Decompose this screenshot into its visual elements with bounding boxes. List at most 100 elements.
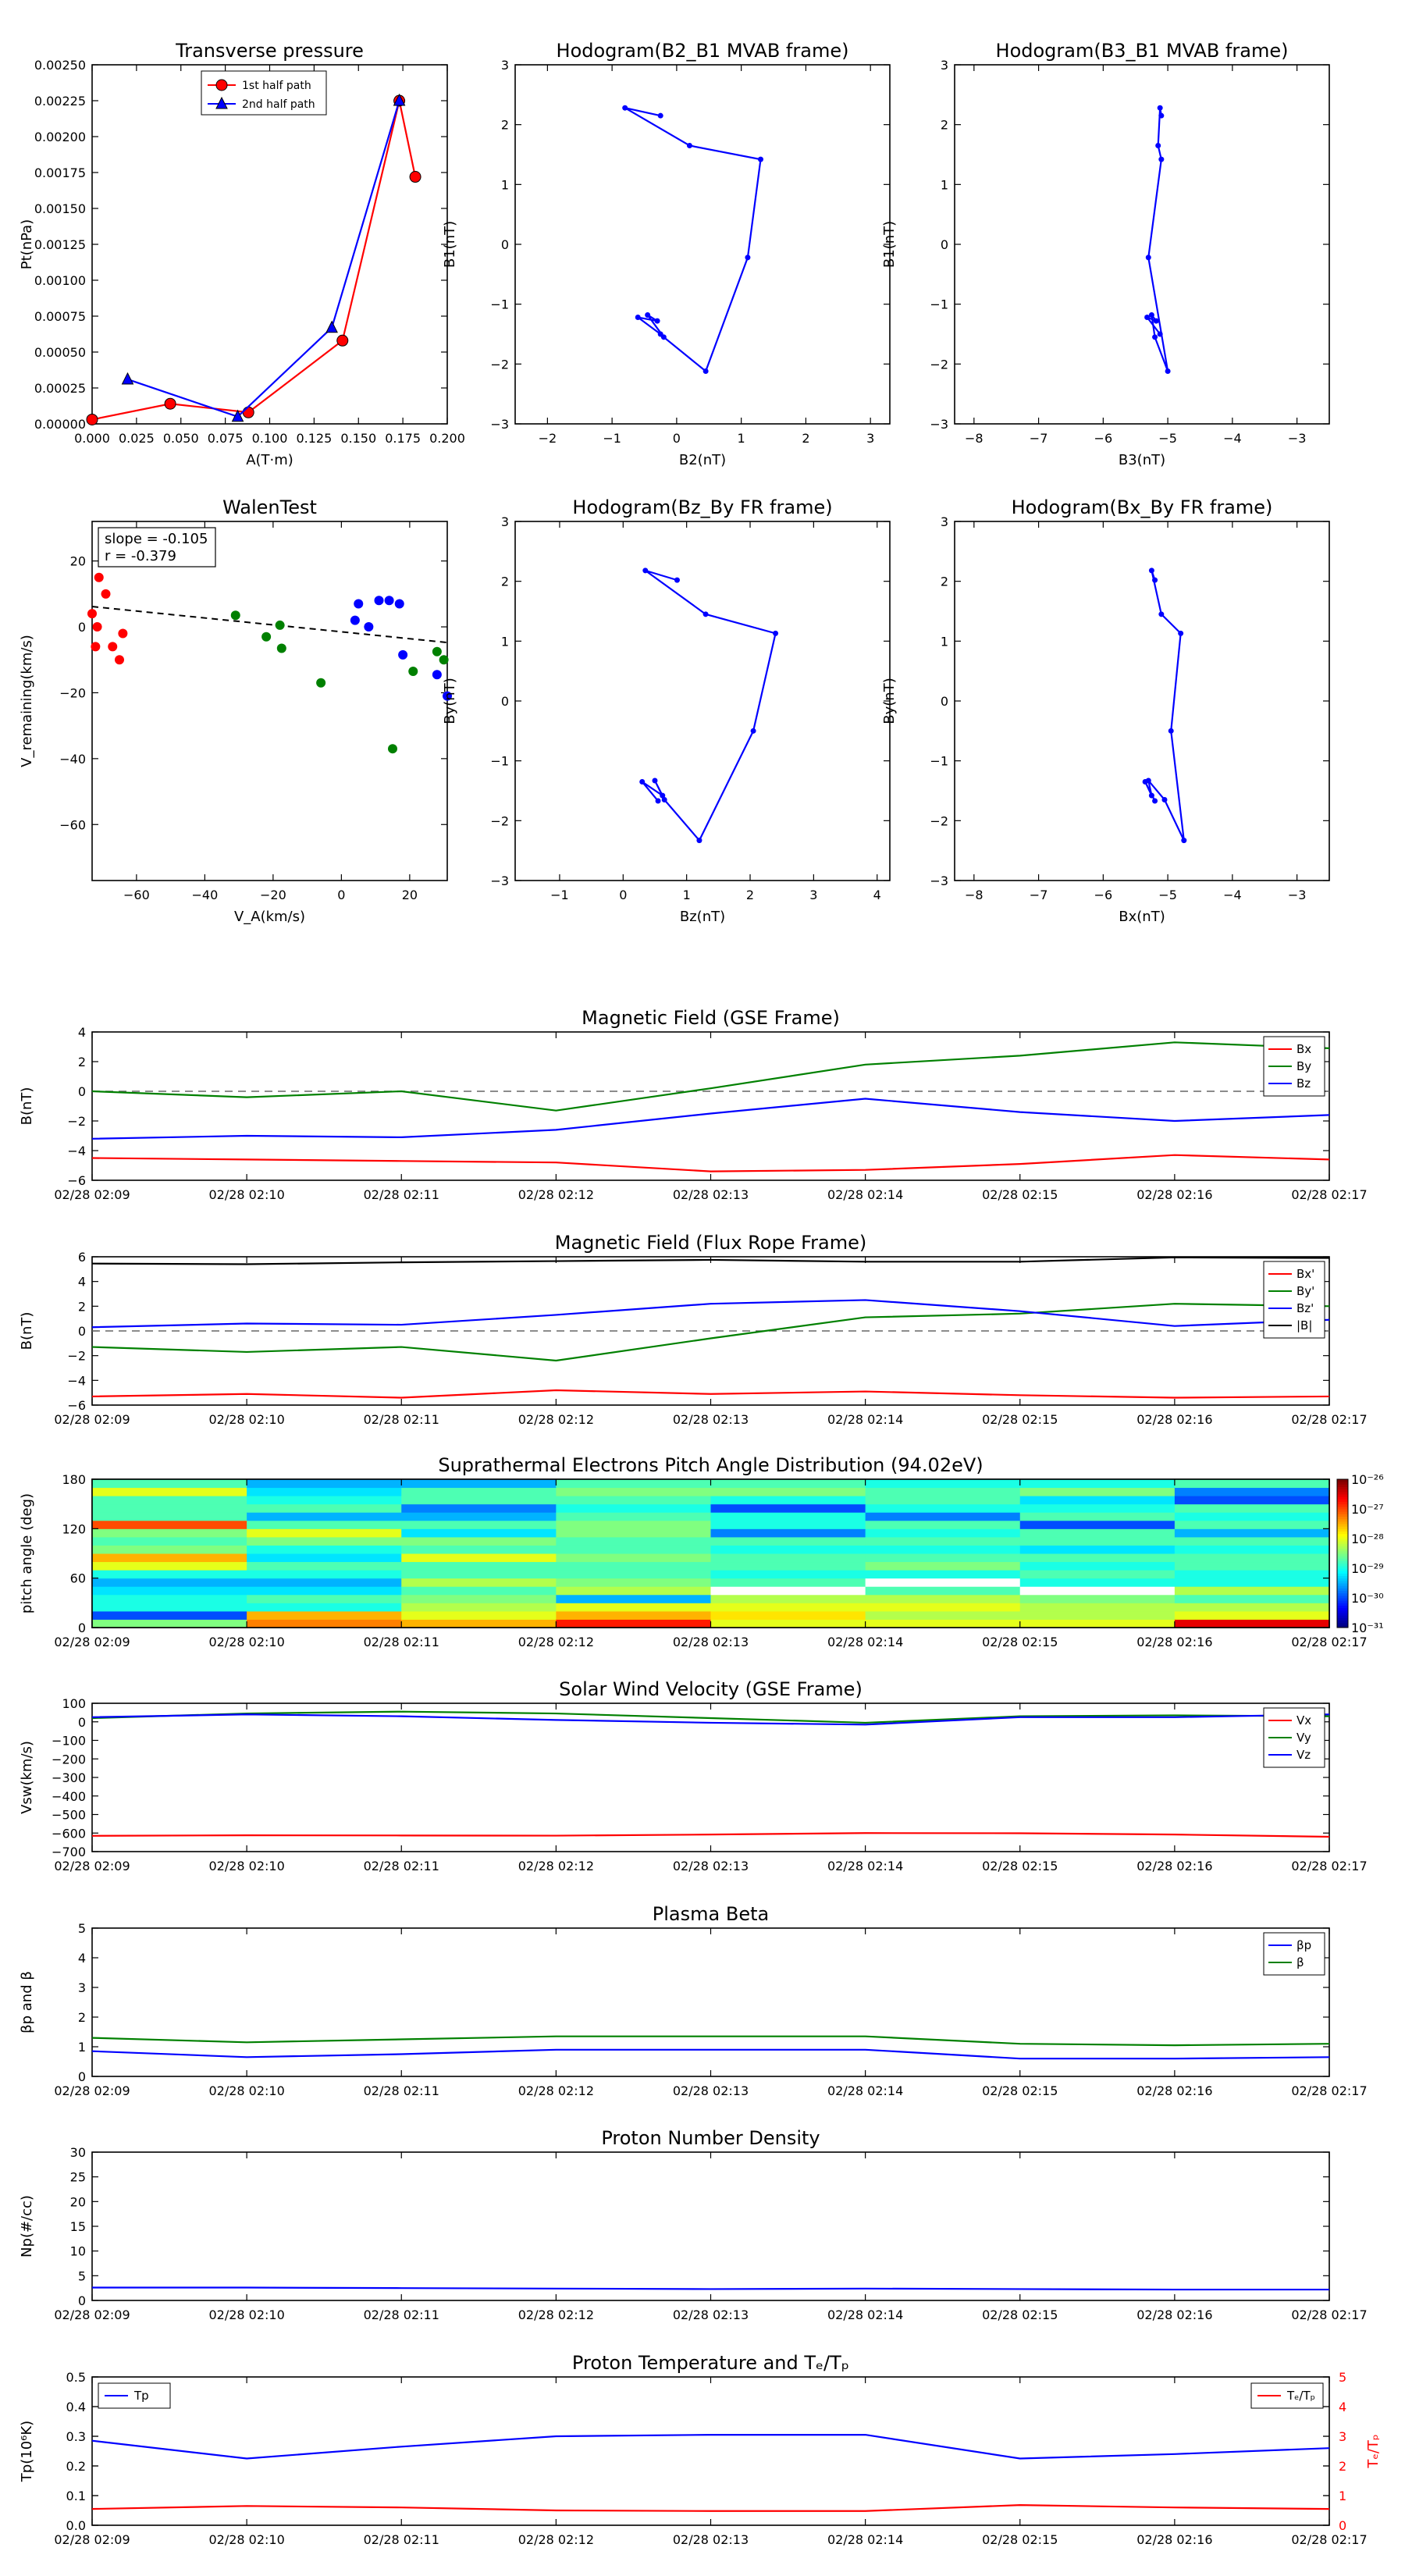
x-tick-label: 02/28 02:16	[1136, 2307, 1212, 2322]
data-point	[164, 397, 176, 410]
y-tick-label: 0	[501, 237, 509, 252]
y-axis-label: By(nT)	[881, 678, 898, 724]
chart-title: Solar Wind Velocity (GSE Frame)	[559, 1678, 863, 1700]
colorbar-segment	[1337, 1491, 1348, 1495]
legend-label: β	[1297, 1955, 1304, 1969]
y-tick-label: 25	[70, 2170, 86, 2185]
legend-label: Tₑ/Tₚ	[1286, 2389, 1315, 2403]
y-tick-label: 2	[941, 118, 948, 133]
y-tick-label: 100	[62, 1696, 86, 1711]
y-tick-label: −3	[930, 417, 948, 432]
heatmap-cell	[401, 1603, 557, 1612]
data-point	[1158, 611, 1165, 617]
y-tick-label: 0.2	[66, 2459, 86, 2474]
heatmap-cell	[1019, 1570, 1176, 1579]
y-tick-label: −4	[67, 1144, 86, 1158]
x-tick-label: 02/28 02:10	[208, 2307, 284, 2322]
data-point	[276, 643, 286, 653]
y-tick-label: 0	[1339, 2518, 1346, 2533]
heatmap-cell	[865, 1570, 1021, 1579]
heatmap-cell	[401, 1528, 557, 1538]
colorbar-label: 10⁻²⁶	[1351, 1472, 1384, 1487]
y-tick-label: 0	[78, 1084, 86, 1099]
plot-frame	[91, 2376, 1330, 2526]
x-tick-label: −1	[550, 888, 569, 902]
data-point	[384, 596, 394, 606]
heatmap-cell	[401, 1487, 557, 1496]
x-tick-label: 02/28 02:17	[1291, 1187, 1367, 1202]
y-tick-label: −6	[67, 1173, 86, 1188]
x-tick-label: 02/28 02:13	[673, 1635, 749, 1649]
heatmap-cell	[865, 1553, 1021, 1563]
heatmap-cell	[710, 1496, 866, 1505]
data-point	[354, 599, 364, 609]
heatmap-cell	[865, 1503, 1021, 1513]
x-tick-label: 02/28 02:11	[364, 1859, 439, 1873]
x-tick-label: 02/28 02:10	[208, 1187, 284, 1202]
colorbar-segment	[1337, 1585, 1348, 1589]
colorbar-label: 10⁻³¹	[1351, 1621, 1384, 1635]
y-tick-label: 2	[78, 1299, 86, 1314]
data-point	[408, 667, 418, 677]
y-tick-label: −300	[52, 1770, 86, 1785]
heatmap-cell	[247, 1479, 402, 1489]
heatmap-cell	[865, 1561, 1021, 1571]
heatmap-cell	[1019, 1561, 1176, 1571]
plot-frame	[91, 1703, 1330, 1852]
y-tick-label: −1	[930, 754, 948, 769]
y-tick-label: 2	[78, 2010, 86, 2025]
heatmap-cell	[1019, 1503, 1176, 1513]
data-point	[388, 744, 397, 754]
data-point	[696, 838, 702, 844]
magnetic-field-gse-panel: Magnetic Field (GSE Frame) −6 −4 −2 0 2 4 02/28…	[19, 1007, 1368, 1202]
colorbar-segment	[1337, 1511, 1348, 1514]
x-tick-label: 02/28 02:17	[1291, 2307, 1367, 2322]
heatmap-cell	[865, 1603, 1021, 1612]
proton-number-density-panel: Proton Number Density 0 5 10 15 20 25 30 02/28 0…	[19, 2127, 1368, 2322]
heatmap-cell	[865, 1594, 1021, 1603]
heatmap-cell	[556, 1561, 711, 1571]
chart-title: Suprathermal Electrons Pitch Angle Distr…	[438, 1454, 983, 1476]
y-tick-label: 0.00125	[34, 237, 86, 252]
plot-frame	[514, 521, 891, 881]
colorbar-segment	[1337, 1553, 1348, 1557]
heatmap-cell	[1019, 1496, 1176, 1505]
y-tick-label: 5	[78, 1921, 86, 1936]
data-point	[242, 406, 254, 418]
heatmap-cell	[247, 1561, 402, 1571]
y-tick-label: 3	[941, 514, 948, 529]
figure-canvas: Transverse pressure0.000000.000250.00050…	[19, 40, 1384, 2547]
proton-temperature-panel: Proton Temperature and Tₑ/Tₚ 0.0 0.1 0.2 0.3…	[19, 2352, 1382, 2547]
x-tick-label: −6	[1094, 431, 1113, 446]
x-tick-label: 02/28 02:17	[1291, 2532, 1367, 2547]
heatmap-cell	[710, 1536, 866, 1546]
y-tick-label: 60	[70, 1571, 86, 1586]
legend-label: By'	[1297, 1284, 1314, 1298]
data-point	[639, 779, 646, 785]
y-tick-label: −3	[490, 873, 509, 888]
x-axis-label: B2(nT)	[679, 452, 726, 468]
hodogram-b2-b1-panel: Hodogram(B2_B1 MVAB frame) −3 −2 −1 0 1 2 3 −2 −1…	[442, 40, 891, 468]
heatmap-cell	[1174, 1528, 1330, 1538]
heatmap-cell	[1019, 1610, 1176, 1620]
heatmap-cell	[247, 1570, 402, 1579]
y-tick-label: 4	[1339, 2400, 1346, 2414]
heatmap-cell	[247, 1496, 402, 1505]
colorbar-segment	[1337, 1600, 1348, 1603]
y-tick-label: −3	[930, 873, 948, 888]
y-tick-label: 0.00200	[34, 130, 86, 144]
y-tick-label: −3	[490, 417, 509, 432]
heatmap-cell	[1174, 1553, 1330, 1563]
heatmap-cell	[1174, 1520, 1330, 1529]
x-tick-label: 02/28 02:11	[364, 2307, 439, 2322]
heatmap-cell	[92, 1545, 247, 1554]
heatmap-cell	[247, 1503, 402, 1513]
data-point	[230, 610, 240, 621]
x-tick-label: 02/28 02:14	[827, 1412, 903, 1427]
legend-label: Tp	[133, 2389, 149, 2403]
colorbar-segment	[1337, 1494, 1348, 1497]
data-point	[91, 642, 101, 652]
data-point	[215, 79, 228, 91]
x-tick-label: 02/28 02:11	[364, 2532, 439, 2547]
x-tick-label: −7	[1030, 431, 1048, 446]
